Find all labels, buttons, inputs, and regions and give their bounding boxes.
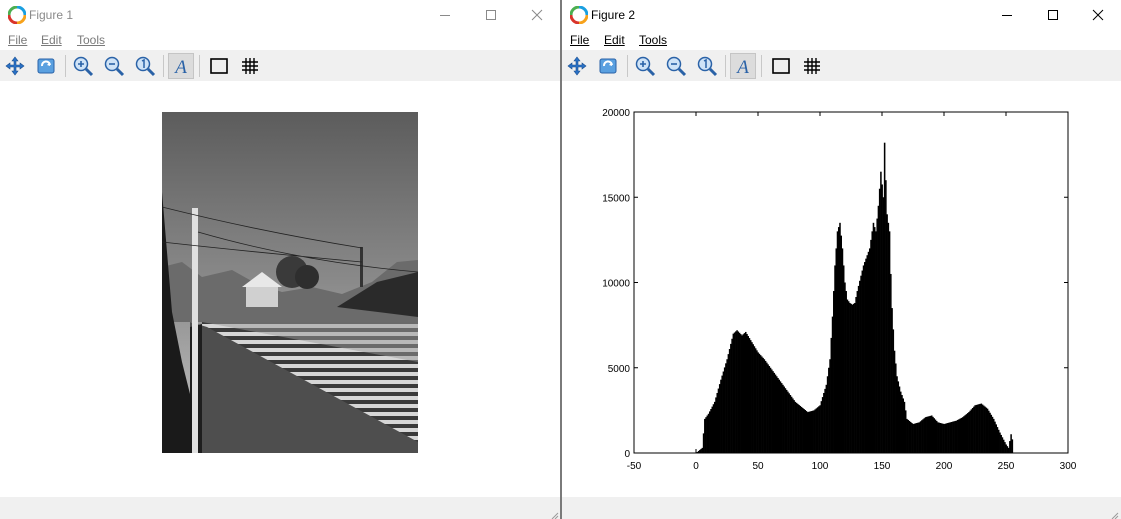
zoom-in-icon [73,56,94,77]
grid-icon [804,58,820,74]
x-tick-label: 50 [752,461,764,472]
histogram-bars [696,142,1014,454]
y-tick-label: 10000 [602,279,630,290]
pan-icon [5,56,25,76]
menu-bar: File Edit Tools [0,31,561,50]
text-insert-button[interactable]: A [730,53,756,79]
figure1-titlebar[interactable]: Figure 1 [0,0,561,30]
menu-file[interactable]: File [570,33,589,48]
x-tick-label: 300 [1060,461,1077,472]
x-tick-label: 200 [936,461,953,472]
x-tick-label: 100 [812,461,829,472]
status-bar [0,497,561,519]
resize-grip-icon[interactable] [549,507,559,519]
close-icon [531,9,543,21]
menu-tools[interactable]: Tools [77,33,105,48]
histogram-chart: -50 0 50 100 150 200 250 3000500010000150002000… [602,108,1077,472]
rotate-button[interactable] [595,53,621,79]
menu-edit[interactable]: Edit [41,33,62,48]
zoom-out-button[interactable] [101,53,127,79]
zoom-out-button[interactable] [663,53,689,79]
pan-button[interactable] [2,53,28,79]
x-tick-label: 150 [874,461,891,472]
axes-box-button[interactable] [768,53,794,79]
rotate-button[interactable] [33,53,59,79]
grid-button[interactable] [237,53,263,79]
figure2-window: Figure 2 File Edit Tools A -50 0 50 100 … [562,0,1121,519]
minimize-icon [440,15,450,16]
maximize-icon [1048,10,1058,20]
rotate-icon [599,58,617,74]
maximize-button[interactable] [468,0,514,30]
grid-button[interactable] [799,53,825,79]
zoom-reset-button[interactable] [694,53,720,79]
menu-tools[interactable]: Tools [639,33,667,48]
figure2-titlebar[interactable]: Figure 2 [562,0,1121,30]
minimize-button[interactable] [984,0,1030,30]
svg-text:A: A [735,57,749,77]
histogram-bar [1011,439,1014,453]
zoom-in-button[interactable] [632,53,658,79]
zoom-out-icon [666,56,687,77]
maximize-icon [486,10,496,20]
text-insert-icon: A [735,57,749,77]
axes-box-button[interactable] [206,53,232,79]
text-insert-icon: A [173,57,187,77]
zoom-reset-button[interactable] [132,53,158,79]
axes-box-icon [210,58,228,74]
menu-edit[interactable]: Edit [604,33,625,48]
zoom-reset-icon [697,56,718,77]
close-button[interactable] [514,0,560,30]
zoom-in-icon [635,56,656,77]
x-tick-label: 0 [693,461,699,472]
maximize-button[interactable] [1030,0,1076,30]
grayscale-photo [162,112,418,453]
y-tick-label: 15000 [602,193,630,204]
rotate-icon [37,58,55,74]
svg-text:A: A [173,57,187,77]
close-icon [1092,9,1104,21]
status-bar [562,497,1121,519]
figure1-canvas[interactable] [0,81,561,497]
zoom-in-button[interactable] [70,53,96,79]
minimize-icon [1002,15,1012,16]
figure-toolbar: A [562,50,1121,81]
x-tick-label: 250 [998,461,1015,472]
x-tick-label: -50 [627,461,642,472]
axes-box-icon [772,58,790,74]
zoom-reset-icon [135,56,156,77]
pan-button[interactable] [564,53,590,79]
figure1-window: Figure 1 File Edit Tools A [0,0,561,519]
figure-toolbar: A [0,50,561,81]
y-tick-label: 5000 [608,364,631,375]
window-title: Figure 2 [591,8,636,22]
pan-icon [567,56,587,76]
menu-bar: File Edit Tools [562,31,1121,50]
y-tick-label: 0 [624,449,630,460]
menu-file[interactable]: File [8,33,27,48]
octave-logo-icon [569,5,589,25]
text-insert-button[interactable]: A [168,53,194,79]
window-title: Figure 1 [29,8,74,22]
zoom-out-icon [104,56,125,77]
y-tick-label: 20000 [602,108,630,119]
close-button[interactable] [1075,0,1121,30]
minimize-button[interactable] [422,0,468,30]
octave-logo-icon [7,5,27,25]
resize-grip-icon[interactable] [1109,507,1119,519]
grid-icon [242,58,258,74]
figure2-canvas[interactable]: -50 0 50 100 150 200 250 300 0 5000 10000 15000 2000… [562,81,1121,497]
